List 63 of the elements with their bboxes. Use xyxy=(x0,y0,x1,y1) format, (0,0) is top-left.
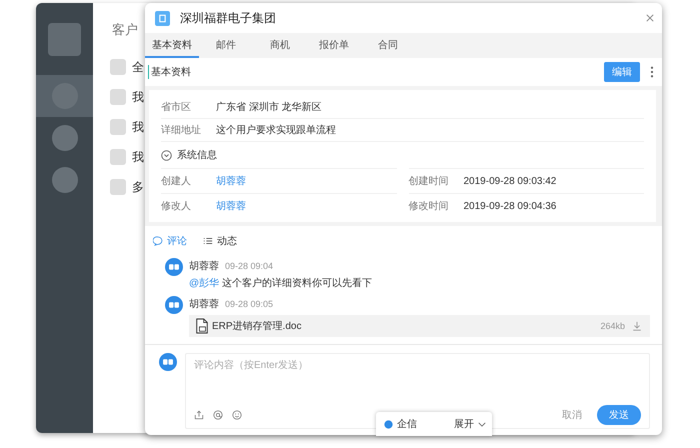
comment-text: @彭华 这个客户的详细资料你可以先看下 xyxy=(189,276,373,290)
logo-icon xyxy=(48,22,81,56)
file-attachment[interactable]: ERP进销存管理.doc 264kb xyxy=(189,315,650,337)
chat-title: 企信 xyxy=(397,418,417,431)
user-link[interactable]: 胡蓉蓉 xyxy=(216,174,246,188)
collapse-icon[interactable] xyxy=(161,150,172,160)
section-title: 基本资料 xyxy=(148,65,594,79)
filter-label: 全 xyxy=(132,58,144,76)
comment-time: 09-28 09:05 xyxy=(225,299,274,309)
more-icon[interactable] xyxy=(650,66,654,78)
filter-label: 我 xyxy=(132,118,144,136)
chat-bar[interactable]: 企信 展开 xyxy=(376,412,492,436)
at-sign-icon[interactable] xyxy=(213,410,223,420)
tab[interactable]: 报价单 xyxy=(307,33,361,58)
document-icon xyxy=(195,318,209,334)
avatar-icon xyxy=(159,353,177,371)
field-label: 创建人 xyxy=(161,174,192,188)
emoji-icon[interactable] xyxy=(232,410,242,420)
field-label: 修改时间 xyxy=(408,200,450,213)
list-icon xyxy=(203,236,213,246)
tab[interactable]: 动态 xyxy=(203,234,237,248)
author-name: 胡蓉蓉 xyxy=(189,298,219,311)
field-label: 省市区 xyxy=(161,100,192,114)
dialog-title: 深圳福群电子集团 xyxy=(180,10,277,26)
close-icon[interactable] xyxy=(646,14,654,22)
chevron-down-icon[interactable] xyxy=(478,422,486,426)
user-link[interactable]: 胡蓉蓉 xyxy=(216,199,246,213)
company-icon xyxy=(155,10,170,26)
field-value: 这个用户要求实现跟单流程 xyxy=(216,124,336,137)
field-label: 详细地址 xyxy=(161,124,202,137)
field-value: 广东省 深圳市 龙华新区 xyxy=(216,100,322,114)
tab[interactable]: 评论 xyxy=(153,234,187,248)
checkbox[interactable] xyxy=(110,89,126,105)
field-value: 2019-09-28 09:03:42 xyxy=(464,176,556,186)
expand-toggle[interactable]: 展开 xyxy=(454,417,474,431)
tab[interactable]: 基本资料 xyxy=(145,33,199,58)
tab[interactable]: 商机 xyxy=(253,33,307,58)
checkbox[interactable] xyxy=(110,179,126,195)
file-name: ERP进销存管理.doc xyxy=(212,320,302,333)
avatar-icon xyxy=(165,258,183,276)
field-label: 创建时间 xyxy=(408,174,450,188)
tab[interactable]: 合同 xyxy=(361,33,415,58)
file-size: 264kb xyxy=(600,321,625,331)
chat-icon xyxy=(384,420,393,428)
tab[interactable]: 邮件 xyxy=(199,33,253,58)
field-label: 修改人 xyxy=(161,200,192,213)
comment-time: 09-28 09:04 xyxy=(225,261,274,271)
filter-label: 多 xyxy=(132,178,144,196)
section-title: 系统信息 xyxy=(177,148,217,162)
author-name: 胡蓉蓉 xyxy=(189,260,219,273)
checkbox[interactable] xyxy=(110,59,126,75)
chat-bubble-icon xyxy=(153,236,163,246)
download-icon[interactable] xyxy=(632,321,642,331)
avatar-icon xyxy=(165,296,183,314)
sidebar-item[interactable] xyxy=(36,75,93,117)
upload-icon[interactable] xyxy=(194,410,204,420)
filter-label: 我 xyxy=(132,88,144,106)
checkbox[interactable] xyxy=(110,119,126,135)
checkbox[interactable] xyxy=(110,149,126,165)
page-title: 客户 xyxy=(112,21,139,39)
field-value: 2019-09-28 09:04:36 xyxy=(464,200,556,212)
mention-link[interactable]: @彭华 xyxy=(189,278,220,289)
filter-label: 我 xyxy=(132,148,144,166)
